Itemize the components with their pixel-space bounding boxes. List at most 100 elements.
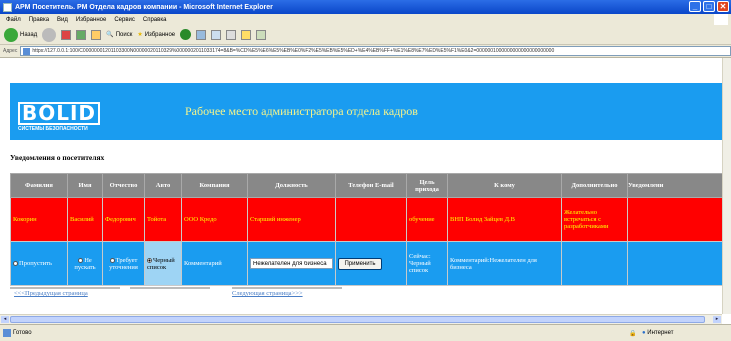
bolid-logo: BOLID СИСТЕМЫ БЕЗОПАСНОСТИ (18, 102, 101, 132)
scroll-thumb[interactable] (10, 316, 705, 323)
window-controls: _ □ ✕ (689, 1, 729, 12)
favorites-button[interactable]: ★ Избранное (137, 31, 175, 39)
pager-divider (10, 287, 120, 289)
vertical-scrollbar[interactable] (722, 58, 731, 314)
horizontal-scrollbar[interactable]: ◂ ▸ (0, 314, 722, 324)
banner-title: Рабочее место администратора отдела кадр… (185, 104, 418, 118)
cell-company: ООО Кредо (181, 197, 248, 242)
media-button[interactable] (180, 29, 192, 40)
cell-contacts (335, 197, 407, 242)
table-header-row: Фамилия Имя Отчество Авто Компания Должн… (10, 173, 723, 198)
col-notify: Уведомлени (627, 173, 723, 198)
next-page-link[interactable]: Следующая страница>>> (232, 290, 303, 297)
messenger-button[interactable] (256, 29, 267, 40)
status-bar: Готово 🔒 ● Интернет (0, 324, 731, 341)
print-button[interactable] (226, 29, 237, 40)
lock-icon: 🔒 (629, 330, 637, 337)
comment-label: Комментарий (181, 241, 248, 286)
address-label: Адрес (3, 48, 18, 54)
menu-favorites[interactable]: Избранное (76, 17, 106, 23)
globe-icon: ● (642, 330, 646, 336)
page-done-icon (3, 329, 11, 337)
apply-button[interactable]: Применить (338, 257, 382, 270)
ie-app-icon (3, 2, 12, 12)
app-banner: BOLID СИСТЕМЫ БЕЗОПАСНОСТИ Рабочее место… (10, 83, 722, 140)
address-input[interactable]: https://127.0.0.1:100/C00000001201103300… (20, 46, 731, 56)
blacklist-radio[interactable] (147, 257, 152, 263)
cell-notify (627, 197, 723, 242)
address-bar: Адрес https://127.0.0.1:100/C00000001201… (0, 45, 731, 58)
scroll-left-button[interactable]: ◂ (1, 316, 9, 323)
col-company: Компания (181, 173, 248, 198)
refresh-button[interactable] (76, 29, 87, 40)
star-icon: ★ (137, 32, 143, 38)
menu-file[interactable]: Файл (6, 17, 21, 23)
window-titlebar: АРМ Посетитель. РМ Отдела кадров компани… (0, 0, 731, 14)
col-middle-name: Отчество (102, 173, 145, 198)
cell-to-whom: ВНП Болид Зайцев Д.В (447, 197, 562, 242)
scroll-right-button[interactable]: ▸ (713, 316, 721, 323)
mail-button[interactable] (211, 29, 222, 40)
page-content: BOLID СИСТЕМЫ БЕЗОПАСНОСТИ Рабочее место… (0, 58, 723, 314)
col-to-whom: К кому (447, 173, 562, 198)
col-first-name: Имя (67, 173, 103, 198)
option-clarify[interactable]: Требует уточнения (102, 241, 145, 286)
minimize-button[interactable]: _ (689, 1, 701, 12)
cell-extra: Желательно встречаться с разработчиками (561, 197, 628, 242)
visitors-table: Фамилия Имя Отчество Авто Компания Должн… (10, 173, 723, 286)
current-status: Сейчас: Черный список (406, 241, 448, 286)
history-button[interactable] (196, 29, 207, 40)
cell-middle-name: Федорович (102, 197, 145, 242)
comment-input[interactable] (250, 258, 333, 269)
forward-button[interactable] (42, 27, 57, 42)
stop-button[interactable] (61, 29, 72, 40)
search-button[interactable]: 🔍 Поиск (106, 31, 132, 39)
browser-toolbar: Назад 🔍 Поиск ★ Избранное (0, 25, 731, 45)
menu-bar: Файл Правка Вид Избранное Сервис Справка (0, 14, 731, 25)
table-row: Кокорин Василий Федорович Тойота ООО Кре… (10, 197, 723, 242)
search-icon: 🔍 (106, 32, 114, 38)
cell-empty (627, 241, 723, 286)
cell-purpose: обучение (406, 197, 448, 242)
page-icon (23, 47, 31, 55)
col-contacts: Телефон E-mail (335, 173, 407, 198)
menu-tools[interactable]: Сервис (114, 17, 135, 23)
menu-help[interactable]: Справка (143, 17, 167, 23)
address-url: https://127.0.0.1:100/C00000001201103300… (32, 48, 555, 54)
clarify-radio[interactable] (109, 257, 115, 263)
maximize-button[interactable]: □ (703, 1, 715, 12)
cell-last-name: Кокорин (10, 197, 68, 242)
col-purpose: Цель прихода (406, 173, 448, 198)
cell-empty (561, 241, 628, 286)
comment-cell (247, 241, 336, 286)
menu-edit[interactable]: Правка (29, 17, 49, 23)
option-allow[interactable]: Пропустить (10, 241, 68, 286)
comment-text: Комментарий:Нежелателен для бизнеса (447, 241, 562, 286)
back-arrow-icon (4, 27, 18, 42)
window-title: АРМ Посетитель. РМ Отдела кадров компани… (15, 3, 273, 11)
allow-radio[interactable] (13, 261, 18, 267)
prev-page-link[interactable]: <<<Предыдущая страница (14, 290, 88, 297)
table-row-actions: Пропустить Не пускать Требует уточнения … (10, 241, 723, 286)
close-button[interactable]: ✕ (717, 1, 729, 12)
option-deny[interactable]: Не пускать (67, 241, 103, 286)
internet-zone: ● Интернет (642, 330, 674, 336)
cell-auto: Тойота (144, 197, 182, 242)
windows-logo-icon (714, 14, 728, 25)
cell-first-name: Василий (67, 197, 103, 242)
col-auto: Авто (144, 173, 182, 198)
pager-divider (130, 287, 210, 289)
folder-button[interactable] (241, 29, 252, 40)
status-text: Готово (13, 330, 32, 336)
menu-view[interactable]: Вид (57, 17, 68, 23)
col-last-name: Фамилия (10, 173, 68, 198)
section-heading: Уведомления о посетителях (10, 153, 105, 162)
back-button[interactable]: Назад (4, 27, 37, 42)
home-button[interactable] (91, 29, 102, 40)
deny-radio[interactable] (78, 257, 84, 263)
pager-divider (232, 287, 342, 289)
cell-position: Старший инженер (247, 197, 336, 242)
option-blacklist[interactable]: Черный список (144, 241, 182, 286)
col-extra: Дополнительно (561, 173, 628, 198)
apply-cell: Применить (335, 241, 407, 286)
